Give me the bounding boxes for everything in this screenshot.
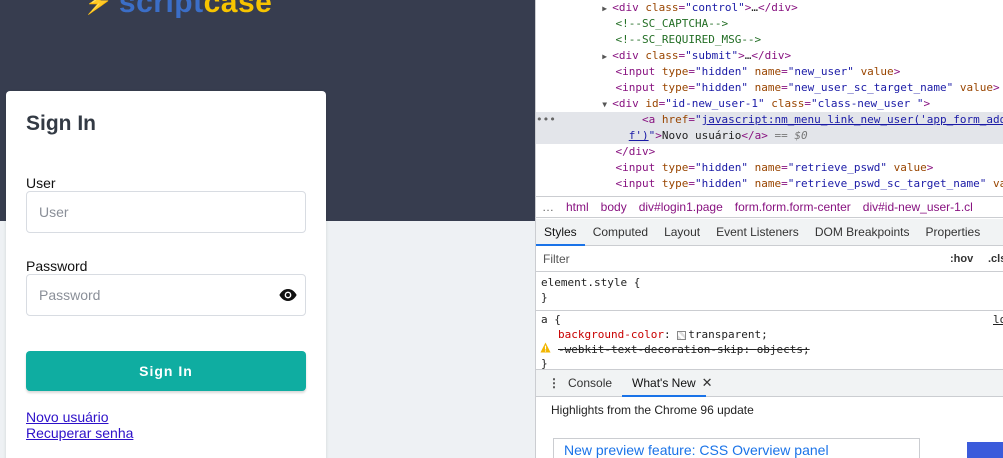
breadcrumb-item[interactable]: div#login1.page	[639, 200, 723, 214]
whats-new-heading: Highlights from the Chrome 96 update	[551, 403, 754, 417]
dom-line[interactable]: ▶ <div class="submit">…</div>	[536, 48, 1003, 64]
breadcrumb-item[interactable]: form.form.form-center	[735, 200, 851, 214]
tab-layout[interactable]: Layout	[656, 219, 708, 246]
password-input[interactable]	[39, 287, 259, 303]
rule-selector[interactable]: a {	[541, 312, 561, 327]
drawer-tabs: ⋮ Console What's New ✕	[536, 369, 1003, 397]
dom-line[interactable]: <!--SC_CAPTCHA-->	[536, 16, 1003, 32]
expand-arrow-icon[interactable]: ▶	[602, 1, 612, 17]
logo: ⚡ script case	[81, 0, 273, 20]
app-page: ⚡ scriptcase Sign In User Password Sign …	[0, 0, 535, 458]
dom-line[interactable]: <input type="hidden" name="retrieve_pswd…	[536, 160, 1003, 176]
user-input[interactable]	[39, 204, 259, 220]
color-swatch-icon[interactable]	[677, 330, 687, 340]
whats-new-panel: Highlights from the Chrome 96 update New…	[536, 398, 1003, 458]
tab-computed[interactable]: Computed	[585, 219, 656, 246]
dom-line[interactable]: ▶ <div class="control">…</div>	[536, 0, 1003, 16]
breadcrumb-item[interactable]: body	[601, 200, 627, 214]
breadcrumb-item[interactable]: html	[566, 200, 589, 214]
elements-tree[interactable]: ▶ <div class="control">…</div> <!--SC_CAP…	[536, 0, 1003, 195]
tab-event-listeners[interactable]: Event Listeners	[708, 219, 807, 246]
warning-icon	[540, 342, 551, 353]
user-field-box[interactable]	[26, 191, 306, 233]
tab-styles[interactable]: Styles	[536, 219, 585, 246]
more-menu-icon[interactable]: ⋮	[548, 376, 560, 390]
tab-properties[interactable]: Properties	[918, 219, 989, 246]
signin-button[interactable]: Sign In	[26, 351, 306, 391]
feature-thumbnail	[967, 442, 1003, 458]
element-style-rule[interactable]: element.style {	[541, 275, 640, 290]
style-property-invalid[interactable]: -webkit-text-decoration-skip: objects;	[558, 342, 810, 357]
logo-word-1: script	[118, 0, 204, 19]
rule-close: }	[541, 291, 548, 304]
breadcrumb-item[interactable]: div#id-new_user-1.cl	[863, 200, 973, 214]
hover-state-toggle[interactable]: :hov	[950, 253, 973, 265]
breadcrumb-overflow[interactable]: …	[542, 200, 554, 214]
dom-line[interactable]: <input type="hidden" name="new_user_sc_t…	[536, 80, 1003, 96]
dom-line[interactable]: ▼ <div id="id-new_user-1" class="class-ne…	[536, 96, 1003, 112]
signin-card: Sign In User Password Sign In Novo usuár…	[6, 91, 326, 458]
logo-bolt-icon: ⚡	[81, 0, 117, 15]
class-toggle[interactable]: .cls	[988, 253, 1003, 265]
user-label: User	[26, 175, 56, 191]
close-icon[interactable]: ✕	[702, 375, 713, 391]
logo-word-2: case	[203, 0, 273, 19]
expand-arrow-icon[interactable]: ▶	[602, 49, 612, 65]
dom-line[interactable]: <input type="hidden" name="new_user" val…	[536, 64, 1003, 80]
styles-pane: element.style { } a { lo background-colo…	[536, 272, 1003, 370]
rule-divider	[536, 310, 1003, 311]
sidebar-tabs: Styles Computed Layout Event Listeners D…	[536, 219, 1003, 246]
tab-dom-breakpoints[interactable]: DOM Breakpoints	[807, 219, 918, 246]
recover-password-link[interactable]: Recuperar senha	[26, 425, 133, 441]
dom-line[interactable]: <input type="hidden" name="retrieve_pswd…	[536, 176, 1003, 192]
breadcrumb: … html body div#login1.page form.form.fo…	[536, 196, 1003, 218]
filter-placeholder: Filter	[543, 252, 570, 266]
feature-card[interactable]: New preview feature: CSS Overview panel	[553, 438, 920, 458]
signin-title: Sign In	[26, 112, 96, 135]
dom-line[interactable]: </div>	[536, 144, 1003, 160]
collapse-arrow-icon[interactable]: ▼	[602, 97, 612, 113]
rule-source-link[interactable]: lo	[993, 312, 1003, 327]
password-field-box[interactable]	[26, 274, 306, 316]
feature-card-title[interactable]: New preview feature: CSS Overview panel	[564, 442, 829, 458]
dom-line-selected[interactable]: ••• <a href="javascript:nm_menu_link_new…	[536, 112, 1003, 128]
style-property[interactable]: background-color: transparent;	[558, 327, 768, 342]
dom-line-selected-cont[interactable]: f')">Novo usuário</a> == $0	[536, 128, 1003, 144]
new-user-link[interactable]: Novo usuário	[26, 409, 109, 425]
devtools-panel: ▶ <div class="control">…</div> <!--SC_CAP…	[535, 0, 1003, 458]
show-password-eye-icon[interactable]	[279, 288, 297, 302]
dom-line[interactable]: <!--SC_REQUIRED_MSG-->	[536, 32, 1003, 48]
password-label: Password	[26, 258, 88, 274]
styles-filter-input[interactable]: Filter :hov .cls	[536, 247, 1003, 272]
tab-console[interactable]: Console	[558, 370, 622, 397]
tab-whats-new[interactable]: What's New	[622, 370, 706, 397]
